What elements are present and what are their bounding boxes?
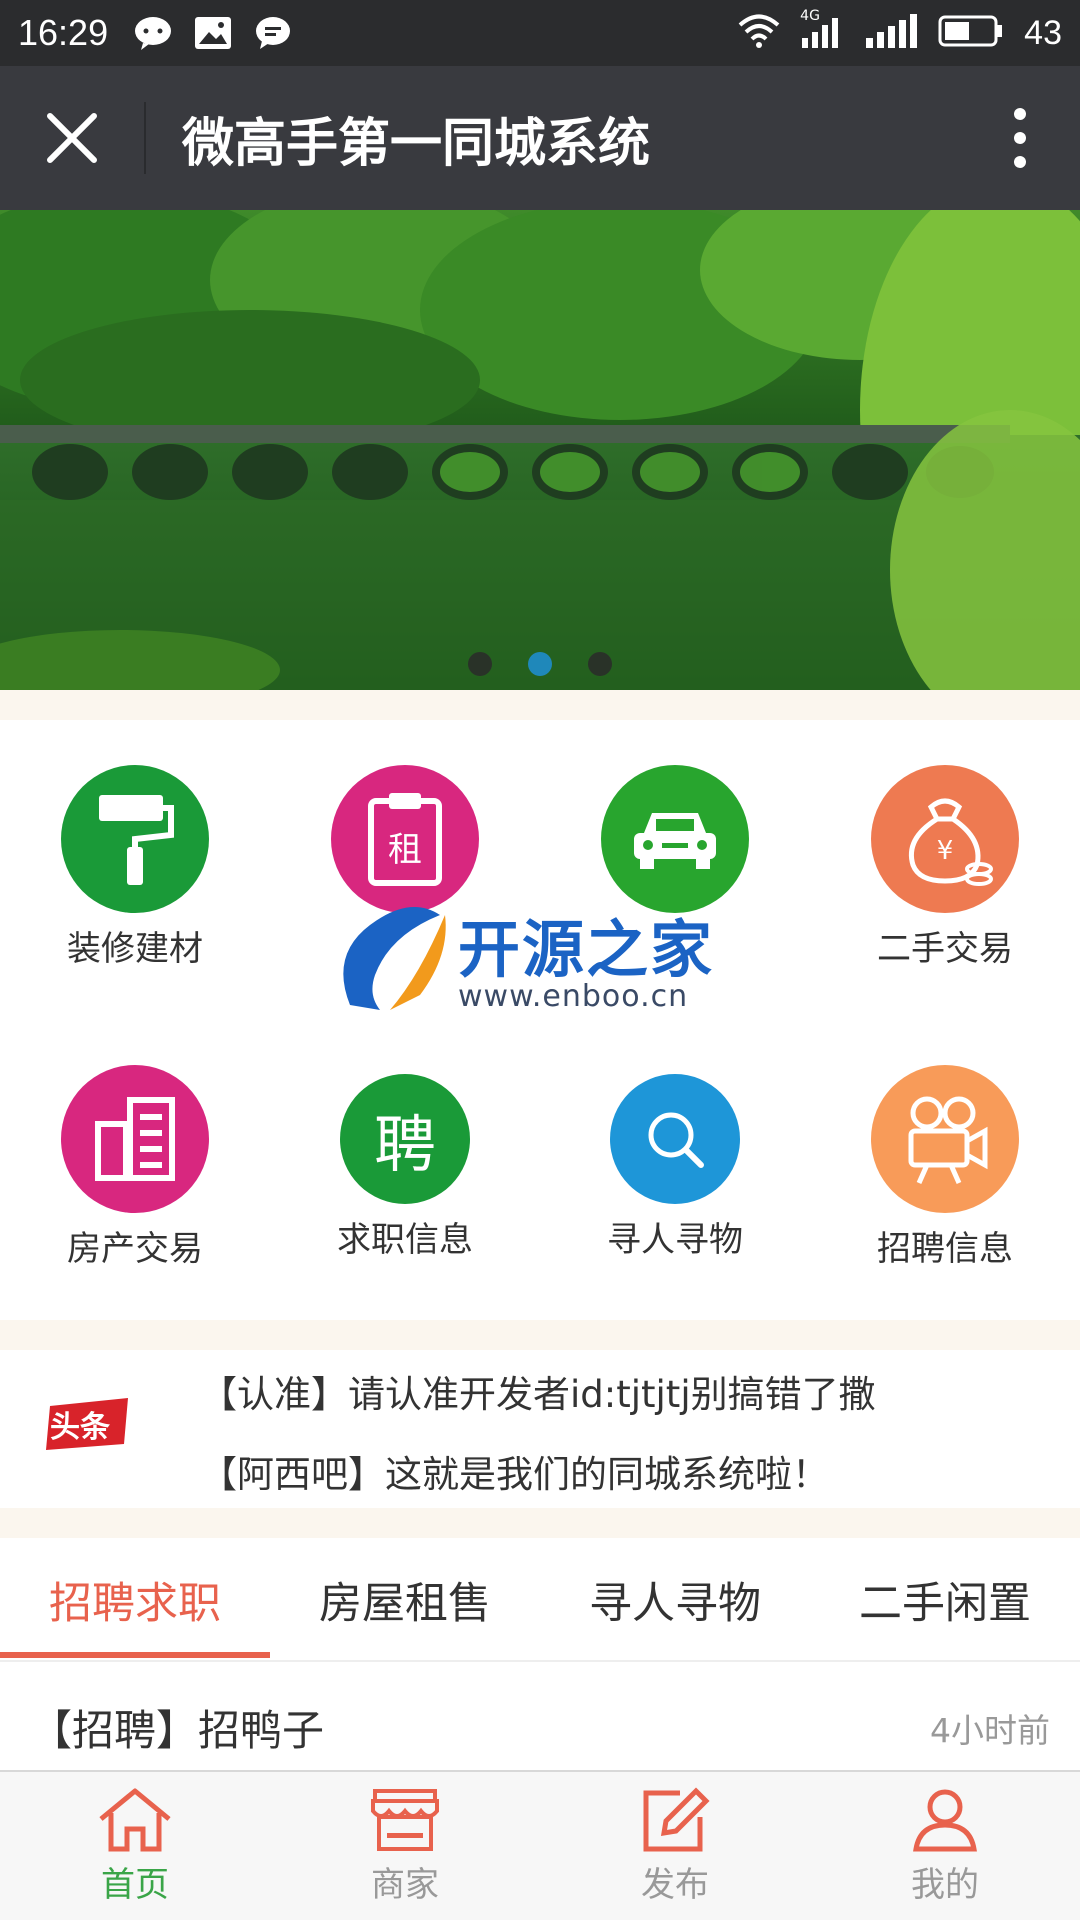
battery-icon xyxy=(938,14,1004,52)
tab-housing[interactable]: 房屋租售 xyxy=(270,1538,540,1662)
category-job-seeking[interactable]: 聘 求职信息 xyxy=(270,1020,540,1280)
category-label: 装修建材 xyxy=(67,929,203,969)
headline-item[interactable]: 【认准】请认准开发者id:tjtjtj别搞错了撒 xyxy=(200,1364,876,1418)
banner-image xyxy=(0,210,1080,690)
nav-label: 我的 xyxy=(911,1864,979,1905)
watermark-brand: 开源之家 xyxy=(458,913,715,986)
watermark-url: www.enboo.cn xyxy=(458,979,689,1014)
rent-clipboard-icon: 租 xyxy=(331,765,479,913)
edit-icon xyxy=(643,1786,710,1851)
nav-profile[interactable]: 我的 xyxy=(810,1772,1080,1920)
shop-icon xyxy=(371,1788,439,1851)
banner-carousel[interactable] xyxy=(0,210,1080,690)
battery-level: 43 xyxy=(1024,13,1062,52)
headline-badge-text: 头条 xyxy=(50,1410,110,1445)
nav-shops[interactable]: 商家 xyxy=(270,1772,540,1920)
signal-icon xyxy=(864,14,918,52)
title-divider xyxy=(144,102,146,174)
section-separator xyxy=(0,1508,1080,1538)
category-label: 房产交易 xyxy=(67,1229,203,1269)
more-button[interactable] xyxy=(960,66,1080,210)
list-item[interactable]: 【招聘】招鸭子 4小时前 xyxy=(0,1685,1080,1770)
video-camera-icon xyxy=(871,1065,1019,1213)
svg-text:¥: ¥ xyxy=(937,836,954,866)
more-vertical-icon xyxy=(1014,108,1026,168)
message-icon xyxy=(252,14,294,52)
building-icon xyxy=(61,1065,209,1213)
hire-icon: 聘 xyxy=(340,1074,470,1204)
headline-item[interactable]: 【阿西吧】这就是我们的同城系统啦！ xyxy=(200,1444,829,1498)
image-icon xyxy=(192,14,234,52)
money-bag-icon: ¥ xyxy=(871,765,1019,913)
headline-ticker[interactable]: 头条 【认准】请认准开发者id:tjtjtj别搞错了撒 【阿西吧】这就是我们的同… xyxy=(0,1350,1080,1508)
carousel-dot[interactable] xyxy=(588,652,612,676)
nav-home[interactable]: 首页 xyxy=(0,1772,270,1920)
signal-4g-icon: 4G xyxy=(800,8,844,52)
tab-secondhand[interactable]: 二手闲置 xyxy=(810,1538,1080,1662)
home-icon xyxy=(99,1788,171,1851)
wifi-icon xyxy=(738,14,780,52)
carousel-dots xyxy=(0,652,1080,676)
rent-glyph: 租 xyxy=(388,830,422,870)
status-time: 16:29 xyxy=(18,12,109,53)
bottom-navigation: 首页 商家 发布 我的 xyxy=(0,1770,1080,1920)
network-type: 4G xyxy=(800,8,820,24)
category-recruitment[interactable]: 招聘信息 xyxy=(810,1020,1080,1280)
close-icon xyxy=(47,113,97,163)
category-label: 寻人寻物 xyxy=(607,1220,743,1260)
category-decoration[interactable]: 装修建材 xyxy=(0,720,270,980)
category-real-estate[interactable]: 房产交易 xyxy=(0,1020,270,1280)
carousel-dot-active[interactable] xyxy=(528,652,552,676)
category-lost-found[interactable]: 寻人寻物 xyxy=(540,1020,810,1280)
section-separator xyxy=(0,1320,1080,1350)
tab-jobs[interactable]: 招聘求职 xyxy=(0,1538,270,1662)
close-button[interactable] xyxy=(0,66,144,210)
nav-label: 商家 xyxy=(371,1864,439,1905)
paint-roller-icon xyxy=(61,765,209,913)
carousel-dot[interactable] xyxy=(468,652,492,676)
page-title: 微高手第一同城系统 xyxy=(182,113,651,174)
hire-glyph: 聘 xyxy=(373,1108,436,1181)
nav-label: 发布 xyxy=(641,1864,709,1905)
nav-label: 首页 xyxy=(101,1864,169,1905)
search-icon xyxy=(610,1074,740,1204)
list-item-time: 4小时前 xyxy=(930,1710,1050,1750)
headline-badge: 头条 xyxy=(44,1396,130,1456)
list-item-title: 【招聘】招鸭子 xyxy=(30,1706,325,1755)
category-secondhand[interactable]: ¥ 二手交易 xyxy=(810,720,1080,980)
user-icon xyxy=(913,1789,977,1851)
category-tabs: 招聘求职 房屋租售 寻人寻物 二手闲置 xyxy=(0,1538,1080,1662)
category-label: 招聘信息 xyxy=(877,1229,1013,1269)
wechat-icon xyxy=(132,14,174,52)
nav-publish[interactable]: 发布 xyxy=(540,1772,810,1920)
tab-lost-found[interactable]: 寻人寻物 xyxy=(540,1538,810,1662)
category-label: 求职信息 xyxy=(337,1220,473,1260)
car-icon xyxy=(601,765,749,913)
category-label: 二手交易 xyxy=(877,929,1013,969)
watermark-logo: 开源之家 www.enboo.cn xyxy=(330,895,760,1025)
section-separator xyxy=(0,690,1080,720)
title-bar: 微高手第一同城系统 xyxy=(0,66,1080,210)
status-bar: 16:29 4G 43 xyxy=(0,0,1080,66)
